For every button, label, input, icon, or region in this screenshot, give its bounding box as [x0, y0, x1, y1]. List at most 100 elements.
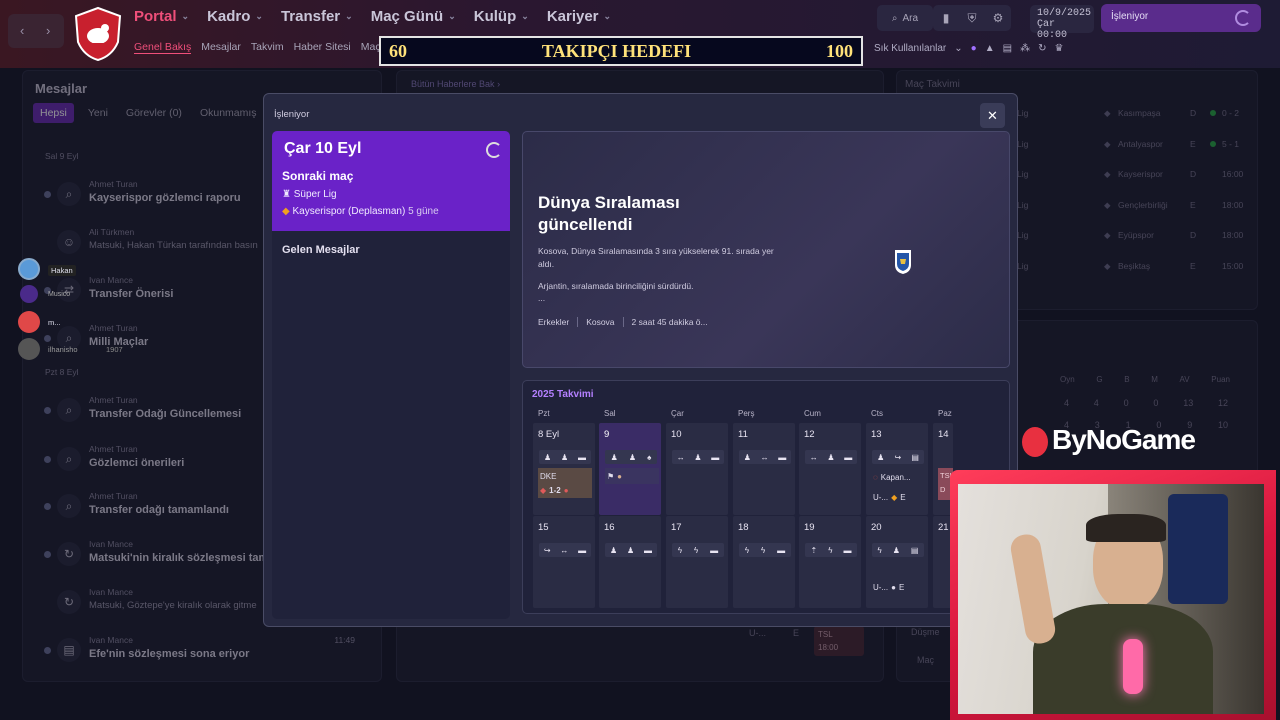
calendar-event[interactable]: ⚑ ● — [605, 468, 659, 484]
event-venue: E — [900, 492, 906, 502]
day-event-icons: ϟ ϟ ▬ — [739, 543, 791, 557]
day-event-icons: ↪ ↔ ▬ — [539, 543, 591, 557]
close-button[interactable]: ✕ — [980, 103, 1005, 128]
calendar-day[interactable]: 16 ♟ ♟ ▬ — [599, 516, 661, 608]
shield-icon[interactable]: ⛨ — [959, 5, 985, 31]
discord-icon — [18, 311, 40, 333]
submenu-mesajlar[interactable]: Mesajlar — [201, 41, 241, 54]
event-venue: E — [898, 582, 905, 592]
search-icon: ⌕ — [891, 12, 898, 24]
calendar-day[interactable]: 17 ϟ ϟ ▬ — [666, 516, 728, 608]
event-icon: ↪ — [543, 545, 551, 555]
menu-portal[interactable]: Portal ⌄ — [134, 8, 189, 25]
event-icon: ▬ — [778, 452, 787, 462]
menu-kulup[interactable]: Kulüp ⌄ — [474, 8, 529, 25]
trophy-icon[interactable]: ♛ — [1054, 43, 1063, 54]
submenu-haber-sitesi[interactable]: Haber Sitesi — [294, 41, 351, 54]
refresh-icon[interactable]: ↻ — [1038, 43, 1046, 54]
day-event-icons: ↔ ♟ ▬ — [672, 450, 724, 464]
event-icon: ▬ — [843, 545, 852, 555]
news-headline: Dünya Sıralaması güncellendi — [538, 193, 680, 234]
calendar-day[interactable]: 12 ↔ ♟ ▬ — [799, 423, 861, 515]
search-button[interactable]: ⌕ Ara — [877, 5, 933, 31]
microphone — [1123, 639, 1143, 694]
event-icon: ♟ — [827, 452, 835, 462]
event-icon: ♟ — [560, 452, 569, 462]
bookmark-icon[interactable]: ▮ — [933, 5, 959, 31]
team-badge-icon: ◆ — [540, 485, 547, 495]
continue-button[interactable]: İşleniyor — [1101, 4, 1261, 32]
chevron-down-icon[interactable]: ⌄ — [954, 43, 962, 54]
news-body: Kosova, Dünya Sıralamasında 3 sıra yükse… — [538, 246, 774, 269]
search-label: Ara — [902, 12, 919, 24]
news-body: ... — [538, 293, 546, 303]
news-tag[interactable]: Erkekler — [538, 317, 569, 327]
tactics-icon[interactable]: ⁂ — [1020, 43, 1030, 54]
calendar-event[interactable]: ◆ 1-2 ● — [538, 482, 592, 498]
event-icon: ϟ — [744, 545, 750, 555]
day-number: 12 — [804, 429, 815, 440]
calendar-day[interactable]: 19 ⇡ ϟ ▬ — [799, 516, 861, 608]
day-event-icons: ♟ ♟ ▬ — [605, 543, 657, 557]
clipboard-icon[interactable]: ▤ — [1003, 43, 1012, 54]
banner-left-value: 60 — [389, 40, 407, 61]
news-tag[interactable]: Kosova — [577, 317, 615, 327]
channel-logo: ByNoGame — [1022, 424, 1196, 457]
viewer-list: Hakan Musico m... ilhanisho 1907 — [16, 258, 123, 360]
club-crest-icon[interactable] — [72, 6, 124, 62]
calendar-event[interactable]: U-... ● E — [871, 579, 925, 595]
event-icon: ▬ — [644, 545, 653, 555]
chat-icon[interactable]: ● — [971, 43, 977, 54]
logo-icon — [1022, 426, 1048, 457]
event-score: 1-2 — [549, 485, 561, 495]
flag-icon: ⚑ — [607, 471, 615, 481]
busy-label: İşleniyor — [1111, 11, 1149, 22]
viewer-name: Hakan — [48, 265, 76, 276]
day-of-week: Cum — [804, 409, 821, 418]
viewer-name: m... — [48, 318, 61, 327]
calendar-day[interactable]: 15 ↪ ↔ ▬ — [533, 516, 595, 608]
shirt-icon[interactable]: ▲ — [985, 43, 995, 54]
calendar-event[interactable]: ◌ Kapan... — [871, 469, 925, 485]
time-line: Çar 00:00 — [1037, 19, 1068, 41]
event-icon: ▬ — [711, 452, 720, 462]
day-event-icons: ♟ ↔ ▬ — [739, 450, 791, 464]
event-icon: ▬ — [844, 452, 853, 462]
forward-icon[interactable]: › — [46, 23, 50, 38]
event-icon: ♠ — [647, 452, 652, 462]
favourites-label[interactable]: Sık Kullanılanlar — [874, 43, 946, 54]
calendar-event[interactable]: U-... ◆ E — [871, 489, 925, 505]
gear-icon[interactable]: ⚙ — [985, 5, 1011, 31]
next-match-card[interactable]: Çar 10 Eyl Sonraki maç ♜ Süper Lig ◆ Kay… — [272, 131, 510, 231]
menu-transfer[interactable]: Transfer ⌄ — [281, 8, 353, 25]
submenu-takvim[interactable]: Takvim — [251, 41, 284, 54]
person-arm — [1008, 532, 1058, 646]
main-menu: Portal ⌄ Kadro ⌄ Transfer ⌄ Maç Günü ⌄ Kulüp… — [134, 8, 611, 25]
sub-menu: Genel Bakış Mesajlar Takvim Haber Sitesi… — [134, 41, 390, 54]
submenu-genel-bakis[interactable]: Genel Bakış — [134, 41, 192, 54]
menu-mac-gunu[interactable]: Maç Günü ⌄ — [371, 8, 456, 25]
modal-title: İşleniyor — [274, 109, 310, 120]
back-icon[interactable]: ‹ — [20, 23, 24, 38]
banner-title: TAKIPÇI HEDEFI — [541, 40, 692, 61]
banner-right-value: 100 — [826, 40, 853, 61]
event-icon: ▤ — [911, 452, 919, 462]
event-label: U-... — [873, 582, 889, 592]
news-card[interactable]: Dünya Sıralaması güncellendi Kosova, Dün… — [522, 131, 1010, 368]
spinner-icon — [1235, 10, 1251, 26]
day-event-icons: ♟ ♟ ▬ — [539, 450, 591, 464]
event-icon: ♟ — [626, 545, 635, 555]
calendar-day[interactable]: 18 ϟ ϟ ▬ — [733, 516, 795, 608]
favourites-bar: Sık Kullanılanlar ⌄ ● ▲ ▤ ⁂ ↻ ♛ — [874, 43, 1063, 54]
event-icon: ♟ — [609, 545, 618, 555]
day-number: 8 Eyl — [538, 429, 560, 440]
menu-kariyer[interactable]: Kariyer ⌄ — [547, 8, 611, 25]
game-date[interactable]: 10/9/2025 Çar 00:00 — [1030, 5, 1094, 41]
calendar-day[interactable]: 11 ♟ ↔ ▬ — [733, 423, 795, 515]
team-badge-icon: ● — [563, 485, 569, 495]
calendar-day[interactable]: 10 ↔ ♟ ▬ — [666, 423, 728, 515]
menu-kadro[interactable]: Kadro ⌄ — [207, 8, 263, 25]
team-badge-icon: ◆ — [891, 492, 898, 502]
follower-goal-banner: 60 TAKIPÇI HEDEFI 100 — [379, 36, 863, 66]
event-icon: ↪ — [894, 452, 902, 462]
